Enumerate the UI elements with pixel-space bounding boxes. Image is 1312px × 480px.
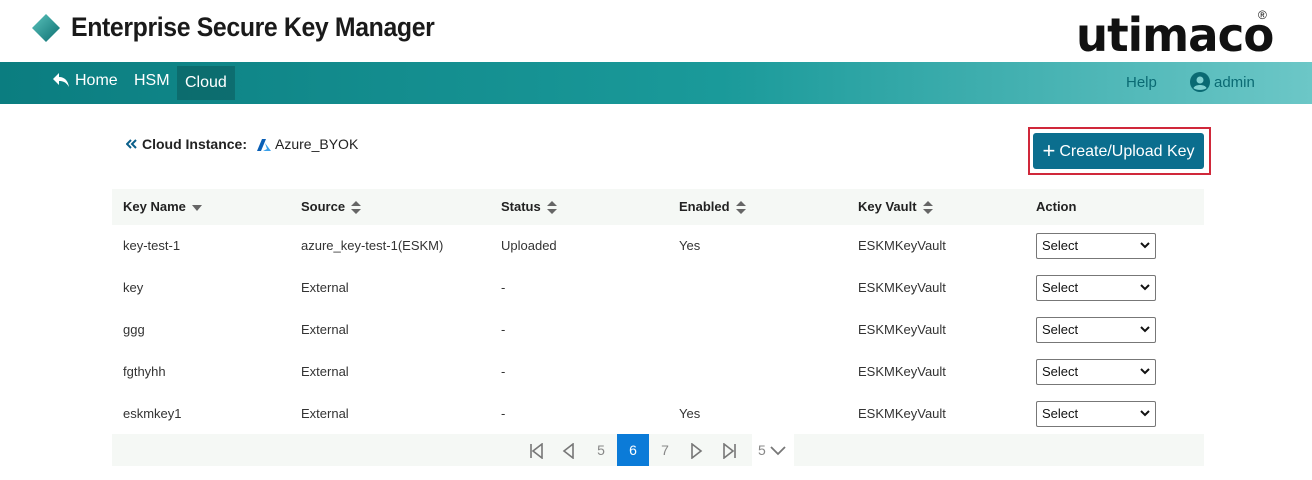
user-name: admin xyxy=(1214,74,1255,91)
action-select[interactable]: Select xyxy=(1036,317,1156,343)
page-button[interactable]: 7 xyxy=(649,434,681,466)
action-select[interactable]: Select xyxy=(1036,233,1156,259)
page-button[interactable]: 5 xyxy=(585,434,617,466)
nav-home-label: Home xyxy=(75,72,118,89)
cell-key-name: key-test-1 xyxy=(123,238,181,253)
sort-icon xyxy=(922,201,933,215)
cell-source: External xyxy=(301,280,349,295)
current-page-button[interactable]: 6 xyxy=(617,434,649,466)
breadcrumb: Cloud Instance: Azure_BYOK xyxy=(126,136,358,154)
column-header-source[interactable]: Source xyxy=(301,189,362,225)
brand-registered-mark: ® xyxy=(1258,8,1267,22)
first-page-icon xyxy=(530,442,543,460)
keys-table: Key Name Source Status Enabled Key Vault… xyxy=(112,189,1204,435)
back-arrow-icon xyxy=(53,73,69,87)
table-row: ggg External - ESKMKeyVault Select xyxy=(112,309,1204,351)
chevron-down-icon xyxy=(1140,242,1150,249)
nav-hsm[interactable]: HSM xyxy=(126,62,178,100)
cell-key-name: fgthyhh xyxy=(123,364,166,379)
page-size-value: 5 xyxy=(758,442,766,458)
cell-enabled: Yes xyxy=(679,238,701,253)
plus-icon: + xyxy=(1042,138,1056,163)
cell-enabled: Yes xyxy=(679,406,701,421)
pagination: 5 6 7 5 xyxy=(112,434,1204,466)
sort-desc-icon xyxy=(191,204,202,211)
sort-icon xyxy=(351,201,362,215)
action-select[interactable]: Select xyxy=(1036,275,1156,301)
table-header: Key Name Source Status Enabled Key Vault… xyxy=(112,189,1204,225)
nav-home[interactable]: Home xyxy=(44,62,126,100)
cell-status: - xyxy=(501,364,506,379)
cell-key-vault: ESKMKeyVault xyxy=(858,280,946,295)
chevron-down-icon xyxy=(1140,410,1150,417)
double-chevron-left-icon[interactable] xyxy=(126,139,138,149)
cell-source: External xyxy=(301,364,349,379)
table-row: eskmkey1 External - Yes ESKMKeyVault Sel… xyxy=(112,393,1204,435)
column-header-key-vault[interactable]: Key Vault xyxy=(858,189,933,225)
page-size-select[interactable]: 5 xyxy=(752,434,794,466)
cell-key-vault: ESKMKeyVault xyxy=(858,322,946,337)
column-header-action: Action xyxy=(1036,199,1077,214)
brand-logo: utimaco xyxy=(1076,8,1274,62)
next-page-button[interactable] xyxy=(685,434,709,466)
prev-page-button[interactable] xyxy=(556,434,580,466)
chevron-down-icon xyxy=(1140,326,1150,333)
sort-icon xyxy=(735,201,746,215)
create-upload-key-label: Create/Upload Key xyxy=(1059,143,1195,160)
last-page-icon xyxy=(723,442,736,460)
last-page-button[interactable] xyxy=(718,434,742,466)
cell-key-name: ggg xyxy=(123,322,145,337)
sort-icon xyxy=(546,201,557,215)
table-row: key External - ESKMKeyVault Select xyxy=(112,267,1204,309)
action-select[interactable]: Select xyxy=(1036,359,1156,385)
cell-status: - xyxy=(501,280,506,295)
cell-status: Uploaded xyxy=(501,238,557,253)
prev-page-icon xyxy=(562,442,574,460)
chevron-down-icon xyxy=(1140,368,1150,375)
nav-bar: Home HSM Cloud Help admin xyxy=(0,62,1312,104)
nav-help[interactable]: Help xyxy=(1118,64,1165,102)
cell-status: - xyxy=(501,406,506,421)
cloud-instance-value: Azure_BYOK xyxy=(275,136,359,152)
table-row: key-test-1 azure_key-test-1(ESKM) Upload… xyxy=(112,225,1204,267)
azure-icon xyxy=(257,139,272,151)
cell-status: - xyxy=(501,322,506,337)
create-upload-key-button[interactable]: + Create/Upload Key xyxy=(1033,133,1204,169)
table-row: fgthyhh External - ESKMKeyVault Select xyxy=(112,351,1204,393)
cell-source: azure_key-test-1(ESKM) xyxy=(301,238,444,253)
nav-cloud[interactable]: Cloud xyxy=(177,66,235,100)
user-menu[interactable]: admin xyxy=(1182,64,1263,102)
diamond-logo-icon xyxy=(32,14,60,42)
column-header-enabled[interactable]: Enabled xyxy=(679,189,746,225)
column-header-key-name[interactable]: Key Name xyxy=(123,189,202,225)
cell-source: External xyxy=(301,406,349,421)
cloud-instance-label: Cloud Instance: xyxy=(142,136,248,152)
next-page-icon xyxy=(691,442,703,460)
chevron-down-icon xyxy=(1140,284,1150,291)
app-title: Enterprise Secure Key Manager xyxy=(71,12,435,42)
cell-source: External xyxy=(301,322,349,337)
cell-key-name: key xyxy=(123,280,144,295)
cell-key-vault: ESKMKeyVault xyxy=(858,406,946,421)
action-select[interactable]: Select xyxy=(1036,401,1156,427)
title-bar: Enterprise Secure Key Manager utimaco ® xyxy=(0,0,1312,62)
cell-key-vault: ESKMKeyVault xyxy=(858,238,946,253)
column-header-status[interactable]: Status xyxy=(501,189,557,225)
user-avatar-icon xyxy=(1190,72,1210,92)
create-key-highlight: + Create/Upload Key xyxy=(1028,127,1211,175)
first-page-button[interactable] xyxy=(524,434,548,466)
chevron-down-icon xyxy=(770,446,786,456)
cell-key-vault: ESKMKeyVault xyxy=(858,364,946,379)
cell-key-name: eskmkey1 xyxy=(123,406,182,421)
